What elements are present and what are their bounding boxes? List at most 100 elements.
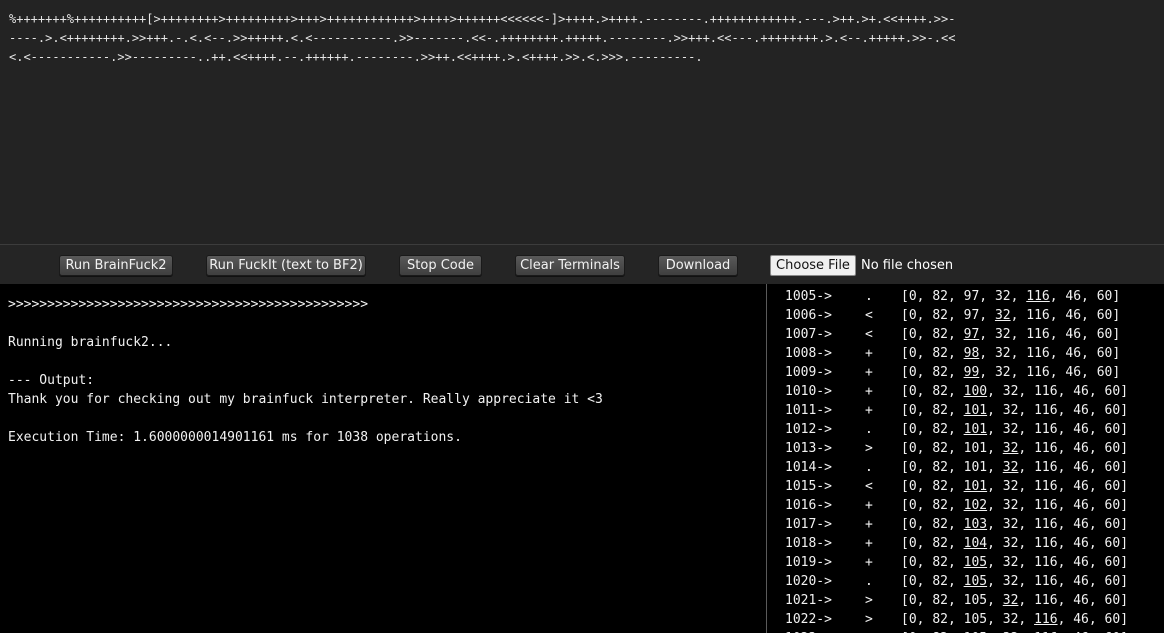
trace-memory: [0, 82, 105, 32, 116, 46, 60] bbox=[901, 555, 1129, 570]
memory-cell-pointer: 32 bbox=[1002, 441, 1019, 456]
trace-memory: [0, 82, 104, 32, 116, 46, 60] bbox=[901, 536, 1129, 551]
memory-cell-pointer: 102 bbox=[963, 498, 988, 513]
trace-memory: [0, 82, 102, 32, 116, 46, 60] bbox=[901, 498, 1129, 513]
terminal-line: >>>>>>>>>>>>>>>>>>>>>>>>>>>>>>>>>>>>>>>>… bbox=[8, 297, 369, 312]
memory-cell: 116 bbox=[1034, 498, 1058, 513]
memory-cell: 32 bbox=[1002, 384, 1019, 399]
memory-cell: 82 bbox=[932, 460, 948, 475]
trace-memory: [0, 82, 98, 32, 116, 46, 60] bbox=[901, 346, 1121, 361]
memory-cell-pointer: 97 bbox=[963, 327, 980, 342]
memory-cell: 46 bbox=[1073, 612, 1089, 627]
memory-trace-terminal[interactable]: 1005->. [0, 82, 97, 32, 116, 46, 60] 1006-… bbox=[766, 284, 1164, 633]
memory-cell: 82 bbox=[932, 308, 948, 323]
trace-op: + bbox=[865, 536, 873, 551]
memory-cell: 116 bbox=[1034, 593, 1058, 608]
memory-cell: 46 bbox=[1073, 441, 1089, 456]
memory-cell: 0 bbox=[908, 308, 917, 323]
run-brainfuck2-button[interactable]: Run BrainFuck2 bbox=[59, 255, 173, 276]
trace-step: 1005-> bbox=[785, 289, 832, 304]
memory-cell: 82 bbox=[932, 365, 948, 380]
memory-cell: 116 bbox=[1034, 536, 1058, 551]
trace-step: 1018-> bbox=[785, 536, 832, 551]
trace-row: 1010-> + [0, 82, 100, 32, 116, 46, 60] bbox=[767, 382, 1164, 401]
memory-cell: 82 bbox=[932, 555, 948, 570]
memory-cell: 60 bbox=[1096, 289, 1113, 304]
memory-cell: 32 bbox=[1002, 555, 1019, 570]
trace-op: . bbox=[865, 460, 873, 475]
memory-cell: 0 bbox=[908, 441, 917, 456]
memory-cell: 116 bbox=[1034, 517, 1058, 532]
trace-step: 1021-> bbox=[785, 593, 832, 608]
memory-cell: 0 bbox=[908, 365, 917, 380]
terminal-line: Running brainfuck2... bbox=[8, 335, 173, 350]
output-terminal[interactable]: >>>>>>>>>>>>>>>>>>>>>>>>>>>>>>>>>>>>>>>>… bbox=[0, 284, 766, 633]
memory-cell: 46 bbox=[1073, 517, 1089, 532]
terminal-line: --- Output: bbox=[8, 373, 95, 388]
memory-cell: 60 bbox=[1104, 460, 1121, 475]
trace-step: 1011-> bbox=[785, 403, 832, 418]
trace-row: 1016-> + [0, 82, 102, 32, 116, 46, 60] bbox=[767, 496, 1164, 515]
memory-cell: 32 bbox=[994, 327, 1011, 342]
memory-cell: 32 bbox=[1002, 536, 1019, 551]
code-editor[interactable]: %+++++++%++++++++++[>++++++++>+++++++++>… bbox=[0, 0, 1164, 244]
trace-memory: [0, 82, 101, 32, 116, 46, 60] bbox=[901, 422, 1129, 437]
memory-cell-pointer: 98 bbox=[963, 346, 980, 361]
memory-cell: 60 bbox=[1104, 536, 1121, 551]
memory-cell: 46 bbox=[1073, 574, 1089, 589]
memory-cell: 82 bbox=[932, 289, 948, 304]
memory-cell: 46 bbox=[1065, 308, 1082, 323]
trace-op: + bbox=[865, 403, 873, 418]
memory-cell: 0 bbox=[908, 422, 917, 437]
trace-memory: [0, 82, 105, 32, 116, 46, 60] bbox=[901, 593, 1129, 608]
memory-cell: 0 bbox=[908, 403, 917, 418]
trace-op: . bbox=[865, 289, 873, 304]
choose-file-button[interactable]: Choose File bbox=[770, 255, 856, 276]
memory-cell-pointer: 101 bbox=[963, 422, 988, 437]
stop-code-button[interactable]: Stop Code bbox=[399, 255, 482, 276]
memory-cell: 46 bbox=[1073, 403, 1089, 418]
trace-row: 1014->. [0, 82, 101, 32, 116, 46, 60] bbox=[767, 458, 1164, 477]
memory-cell: 0 bbox=[908, 460, 917, 475]
trace-op: + bbox=[865, 517, 873, 532]
trace-step: 1008-> bbox=[785, 346, 832, 361]
clear-terminals-button[interactable]: Clear Terminals bbox=[515, 255, 625, 276]
trace-row: 1009-> + [0, 82, 99, 32, 116, 46, 60] bbox=[767, 363, 1164, 382]
memory-cell: 46 bbox=[1073, 479, 1089, 494]
memory-cell: 82 bbox=[932, 327, 948, 342]
trace-op: + bbox=[865, 555, 873, 570]
trace-row: 1019-> + [0, 82, 105, 32, 116, 46, 60] bbox=[767, 553, 1164, 572]
run-fuckit-button[interactable]: Run FuckIt (text to BF2) bbox=[206, 255, 366, 276]
trace-memory: [0, 82, 105, 32, 116, 46, 60] bbox=[901, 574, 1129, 589]
memory-cell: 0 bbox=[908, 346, 917, 361]
memory-cell: 46 bbox=[1065, 365, 1082, 380]
code-line: ----.>.<++++++++.>>+++.-.<.<--.>>+++++.<… bbox=[9, 31, 956, 45]
memory-cell: 0 bbox=[908, 384, 917, 399]
download-button[interactable]: Download bbox=[658, 255, 738, 276]
memory-cell-pointer: 104 bbox=[963, 536, 988, 551]
memory-cell: 116 bbox=[1034, 441, 1058, 456]
memory-cell-pointer: 105 bbox=[963, 574, 988, 589]
trace-memory: [0, 82, 101, 32, 116, 46, 60] bbox=[901, 460, 1129, 475]
trace-row: 1011-> + [0, 82, 101, 32, 116, 46, 60] bbox=[767, 401, 1164, 420]
memory-cell: 0 bbox=[908, 289, 917, 304]
trace-op: + bbox=[865, 498, 873, 513]
trace-row: 1007-> < [0, 82, 97, 32, 116, 46, 60] bbox=[767, 325, 1164, 344]
trace-step: 1006-> bbox=[785, 308, 832, 323]
trace-op: . bbox=[865, 422, 873, 437]
memory-cell: 46 bbox=[1065, 327, 1082, 342]
memory-cell: 60 bbox=[1104, 517, 1121, 532]
trace-step: 1009-> bbox=[785, 365, 832, 380]
trace-row: 1020->. [0, 82, 105, 32, 116, 46, 60] bbox=[767, 572, 1164, 591]
memory-cell: 101 bbox=[963, 441, 988, 456]
trace-memory: [0, 82, 97, 32, 116, 46, 60] bbox=[901, 308, 1121, 323]
memory-cell: 32 bbox=[1002, 498, 1019, 513]
memory-cell: 82 bbox=[932, 346, 948, 361]
memory-cell: 116 bbox=[1026, 327, 1050, 342]
trace-op: > bbox=[865, 612, 873, 627]
trace-step: 1014-> bbox=[785, 460, 832, 475]
memory-cell: 32 bbox=[994, 365, 1011, 380]
trace-row: 1015-> < [0, 82, 101, 32, 116, 46, 60] bbox=[767, 477, 1164, 496]
memory-cell-pointer: 32 bbox=[1002, 460, 1019, 475]
